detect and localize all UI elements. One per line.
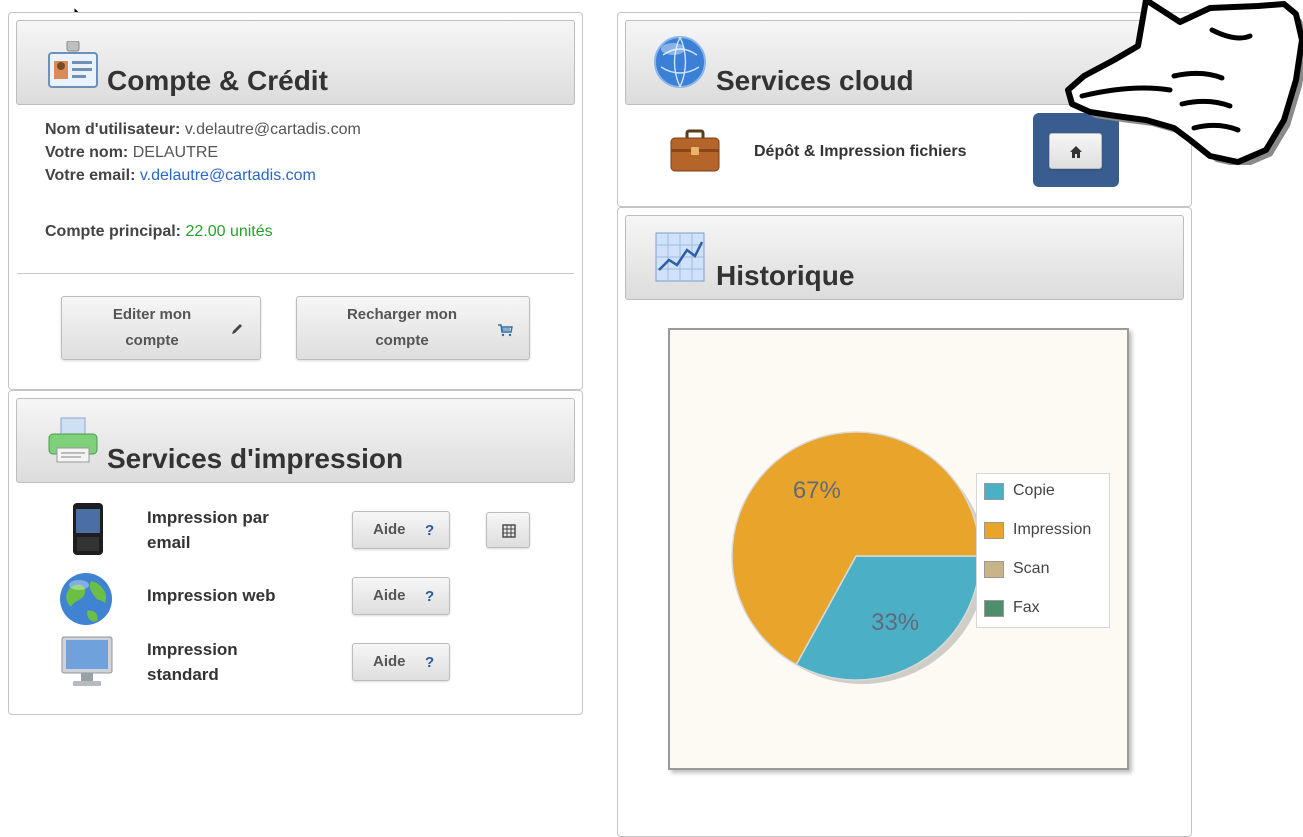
legend-swatch — [984, 521, 1004, 539]
standard-print-help-button[interactable]: Aide ? — [352, 643, 450, 681]
print-services-panel-header: Services d'impression — [16, 398, 575, 483]
reload-account-button-label-line1: Recharger mon — [346, 306, 458, 323]
legend-label: Scan — [1013, 560, 1050, 577]
legend-swatch — [984, 599, 1004, 617]
standard-print-label: Impression standard — [147, 640, 238, 684]
id-card-icon — [48, 41, 98, 88]
question-icon: ? — [425, 522, 435, 539]
email-line: Votre email: v.delautre@cartadis.com — [45, 167, 316, 185]
legend-item-copie: Copie — [984, 481, 1055, 501]
legend-item-fax: Fax — [984, 598, 1040, 618]
account-divider — [17, 273, 574, 274]
legend-item-impression: Impression — [984, 520, 1091, 540]
pointing-hand-icon — [1065, 0, 1303, 165]
username-label: Nom d'utilisateur: — [45, 121, 181, 138]
history-panel-header: Historique — [625, 215, 1184, 300]
email-label: Votre email: — [45, 167, 136, 184]
briefcase-icon — [670, 129, 720, 172]
print-services-panel-title: Services d'impression — [107, 443, 404, 474]
grid-icon — [502, 524, 516, 538]
print-services-panel: Services d'impression Impression par ema… — [8, 390, 583, 715]
legend-label: Copie — [1013, 482, 1055, 499]
web-print-label: Impression web — [147, 586, 276, 605]
email-print-label: Impression par email — [147, 508, 269, 552]
chart-legend: Copie Impression Scan Fax — [976, 473, 1110, 628]
username-line: Nom d'utilisateur: v.delautre@cartadis.c… — [45, 121, 361, 139]
pie-label-copie: 33% — [871, 609, 919, 636]
edit-account-button-label-line2: compte — [125, 332, 179, 349]
account-panel: Compte & Crédit Nom d'utilisateur: v.del… — [8, 12, 583, 390]
history-panel: Historique 33% 67% Copie Impression Scan Fax — [617, 207, 1192, 837]
legend-swatch — [984, 560, 1004, 578]
edit-account-button-label-line1: Editer mon — [112, 306, 192, 323]
web-print-help-button[interactable]: Aide ? — [352, 577, 450, 615]
edit-account-button[interactable]: Editer mon compte — [61, 296, 261, 360]
main-account-value: 22.00 unités — [185, 223, 273, 240]
question-icon: ? — [425, 654, 435, 671]
main-account-label: Compte principal: — [45, 223, 182, 240]
pie-label-impression: 67% — [793, 477, 841, 504]
history-panel-title: Historique — [716, 260, 855, 291]
name-label: Votre nom: — [45, 144, 129, 161]
username-value: v.delautre@cartadis.com — [184, 121, 361, 138]
reload-account-button-label-line2: compte — [375, 332, 429, 349]
pencil-icon — [232, 324, 242, 334]
email-link[interactable]: v.delautre@cartadis.com — [140, 167, 316, 184]
name-line: Votre nom: DELAUTRE — [45, 144, 218, 162]
account-panel-title: Compte & Crédit — [107, 65, 328, 96]
history-chart-frame: 33% 67% Copie Impression Scan Fax — [668, 328, 1129, 770]
globe-icon — [60, 573, 112, 625]
monitor-icon — [61, 636, 113, 686]
legend-label: Fax — [1013, 599, 1040, 616]
cloud-services-panel-title: Services cloud — [716, 65, 914, 96]
legend-swatch — [984, 482, 1004, 500]
legend-item-scan: Scan — [984, 559, 1049, 579]
reload-account-button[interactable]: Recharger mon compte — [296, 296, 530, 360]
mobile-phone-icon — [73, 503, 103, 555]
main-account-line: Compte principal: 22.00 unités — [45, 223, 273, 241]
email-print-help-button[interactable]: Aide ? — [352, 511, 450, 549]
line-chart-icon — [655, 232, 705, 282]
name-value: DELAUTRE — [132, 144, 219, 161]
qr-code-button[interactable] — [486, 512, 530, 548]
printer-icon — [48, 417, 98, 463]
question-icon: ? — [425, 588, 435, 605]
cloud-globe-icon — [654, 36, 706, 88]
file-deposit-label: Dépôt & Impression fichiers — [754, 143, 967, 160]
shopping-cart-icon — [498, 324, 513, 337]
legend-label: Impression — [1013, 521, 1092, 538]
account-panel-header: Compte & Crédit — [16, 20, 575, 105]
